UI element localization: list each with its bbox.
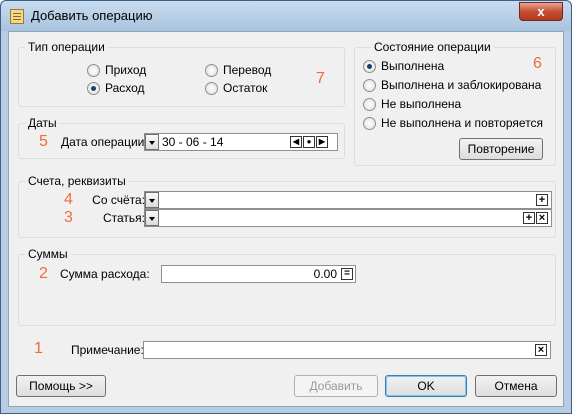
- close-button[interactable]: x: [519, 2, 563, 21]
- date-label: Дата операции:: [61, 135, 148, 149]
- radio-transfer[interactable]: [205, 64, 218, 77]
- expense-sum-label: Сумма расхода:: [60, 267, 150, 281]
- ok-button[interactable]: OK: [385, 375, 467, 397]
- date-field[interactable]: 30 - 06 - 14 ◀ ● ▶: [144, 133, 338, 151]
- date-value[interactable]: 30 - 06 - 14: [162, 135, 223, 149]
- accounts-group: Счета, реквизиты 4 Со счёта: + 3 Статья:…: [18, 174, 556, 238]
- radio-balance-label[interactable]: Остаток: [223, 81, 267, 95]
- radio-balance[interactable]: [205, 82, 218, 95]
- operation-state-title: Состояние операции: [371, 40, 494, 54]
- dialog-body: Тип операции Приход Перевод Расход Остат…: [8, 31, 564, 407]
- date-next-icon[interactable]: ▶: [316, 136, 328, 148]
- operation-type-title: Тип операции: [25, 40, 108, 54]
- window-title: Добавить операцию: [31, 8, 153, 23]
- marker-6: 6: [533, 55, 542, 72]
- marker-2: 2: [39, 265, 48, 282]
- radio-state-done[interactable]: [363, 60, 376, 73]
- from-account-add-icon[interactable]: +: [536, 194, 548, 206]
- note-clear-icon[interactable]: ×: [535, 344, 547, 356]
- radio-expense-label[interactable]: Расход: [105, 81, 145, 95]
- app-icon: [10, 9, 24, 24]
- repeat-button[interactable]: Повторение: [459, 138, 543, 160]
- dates-title: Даты: [25, 116, 60, 130]
- operation-state-group: Состояние операции Выполнена Выполнена и…: [354, 40, 556, 166]
- dialog-window: Добавить операцию x Тип операции Приход …: [0, 0, 572, 414]
- sums-group: Суммы 2 Сумма расхода: 0.00 =: [18, 247, 556, 326]
- radio-state-repeating[interactable]: [363, 117, 376, 130]
- date-prev-icon[interactable]: ◀: [290, 136, 302, 148]
- radio-expense[interactable]: [87, 82, 100, 95]
- marker-1: 1: [34, 340, 43, 357]
- radio-state-not-done-label[interactable]: Не выполнена: [381, 97, 461, 111]
- accounts-title: Счета, реквизиты: [25, 174, 129, 188]
- article-dropdown-button[interactable]: [145, 210, 159, 226]
- radio-income[interactable]: [87, 64, 100, 77]
- help-button[interactable]: Помощь >>: [16, 375, 106, 397]
- marker-5: 5: [39, 133, 48, 150]
- add-button[interactable]: Добавить: [294, 375, 378, 397]
- radio-state-not-done[interactable]: [363, 98, 376, 111]
- operation-type-group: Тип операции Приход Перевод Расход Остат…: [18, 40, 345, 107]
- marker-4: 4: [64, 191, 73, 208]
- note-field[interactable]: ×: [143, 341, 551, 359]
- cancel-button[interactable]: Отмена: [475, 375, 557, 397]
- article-label: Статья:: [102, 211, 145, 225]
- note-label: Примечание:: [71, 343, 144, 357]
- sums-title: Суммы: [25, 247, 71, 261]
- article-clear-icon[interactable]: ×: [536, 212, 548, 224]
- date-today-icon[interactable]: ●: [303, 136, 315, 148]
- expense-sum-value[interactable]: 0.00: [314, 267, 337, 281]
- article-add-icon[interactable]: +: [523, 212, 535, 224]
- dates-group: Даты 5 Дата операции: 30 - 06 - 14 ◀ ● ▶: [18, 116, 345, 159]
- marker-3: 3: [64, 209, 73, 226]
- radio-state-repeating-label[interactable]: Не выполнена и повторяется: [381, 116, 543, 130]
- radio-state-done-locked[interactable]: [363, 79, 376, 92]
- marker-7: 7: [316, 70, 325, 87]
- from-account-field[interactable]: +: [144, 191, 552, 209]
- expense-sum-field[interactable]: 0.00 =: [161, 265, 356, 283]
- from-account-label: Со счёта:: [92, 193, 145, 207]
- radio-state-done-locked-label[interactable]: Выполнена и заблокирована: [381, 78, 541, 92]
- title-bar[interactable]: Добавить операцию x: [1, 1, 571, 31]
- from-account-dropdown-button[interactable]: [145, 192, 159, 208]
- radio-state-done-label[interactable]: Выполнена: [381, 59, 444, 73]
- article-field[interactable]: + ×: [144, 209, 552, 227]
- radio-income-label[interactable]: Приход: [105, 63, 146, 77]
- radio-transfer-label[interactable]: Перевод: [223, 63, 271, 77]
- calculator-icon[interactable]: =: [341, 268, 353, 280]
- date-dropdown-button[interactable]: [145, 134, 159, 150]
